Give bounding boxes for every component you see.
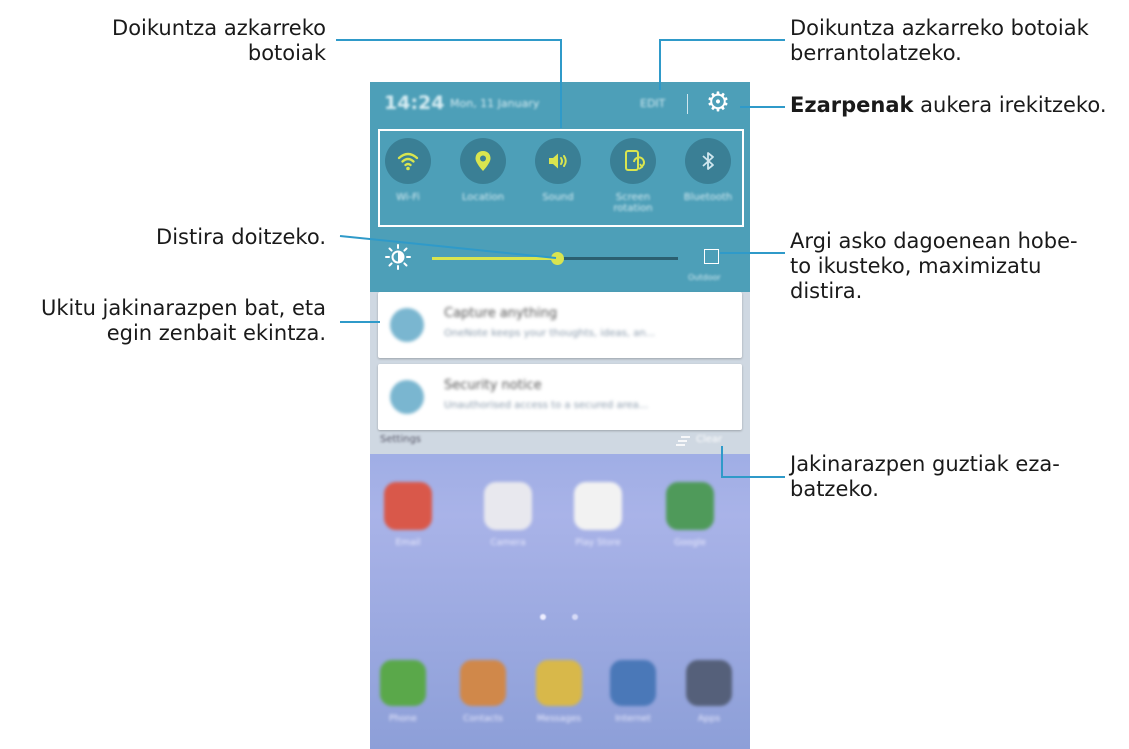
callout-clear-all: Jakinarazpen guztiak eza- batzeko. <box>790 452 1060 501</box>
bluetooth-toggle-button[interactable] <box>685 138 731 184</box>
clear-all-button[interactable]: Clear <box>696 434 722 445</box>
dock-app-label: Phone <box>389 714 417 724</box>
dock-app-icon[interactable] <box>686 660 732 706</box>
quick-setting-label: Wi-Fi <box>396 192 420 203</box>
home-app-label: Play Store <box>575 538 621 548</box>
home-app-label: Camera <box>490 538 526 548</box>
home-app-label: Google <box>674 538 706 548</box>
phone-screen: 14:24 Mon, 11 January EDIT ⚙ Wi-Fi Locati… <box>370 82 750 749</box>
notification-text: Unauthorised access to a secured area... <box>444 400 649 411</box>
quick-setting-label: Location <box>461 192 505 203</box>
home-app-icon[interactable] <box>384 482 432 530</box>
dock-app-icon[interactable] <box>610 660 656 706</box>
notification-footer: Settings Clear <box>370 430 750 454</box>
notification-card[interactable]: Capture anything OneNote keeps your thou… <box>378 292 742 358</box>
callout-settings: Ezarpenak aukera irekitzeko. <box>790 93 1125 118</box>
wifi-toggle-button[interactable] <box>385 138 431 184</box>
settings-gear-icon[interactable]: ⚙ <box>703 88 733 118</box>
dock-app-icon[interactable] <box>380 660 426 706</box>
notification-text: OneNote keeps your thoughts, ideas, an..… <box>444 328 656 339</box>
edit-button[interactable]: EDIT <box>640 97 665 110</box>
notification-title: Capture anything <box>444 306 558 321</box>
dock-app-label: Contacts <box>463 714 503 724</box>
status-separator <box>687 94 688 114</box>
outdoor-checkbox[interactable] <box>704 249 719 264</box>
callout-rearrange: Doikuntza azkarreko botoiak berrantolatz… <box>790 16 1089 65</box>
dock-app-icon[interactable] <box>460 660 506 706</box>
screen-rotation-toggle-button[interactable] <box>610 138 656 184</box>
bluetooth-icon <box>695 148 721 174</box>
home-app-icon[interactable] <box>484 482 532 530</box>
sound-toggle-button[interactable] <box>535 138 581 184</box>
notification-card[interactable]: Security notice Unauthorised access to a… <box>378 364 742 430</box>
status-date: Mon, 11 January <box>450 97 540 110</box>
callout-settings-text: aukera irekitzeko. <box>913 93 1107 117</box>
notification-settings-link[interactable]: Settings <box>380 434 421 445</box>
home-app-icon[interactable] <box>574 482 622 530</box>
dock-app-label: Internet <box>615 714 651 724</box>
screen-rotation-icon <box>620 148 646 174</box>
quick-setting-label: Screen rotation <box>613 192 653 214</box>
brightness-icon <box>385 244 411 270</box>
page-indicator-dot <box>540 614 546 620</box>
brightness-slider-thumb[interactable] <box>551 252 565 265</box>
status-time: 14:24 <box>384 92 445 114</box>
notification-app-icon <box>390 308 424 342</box>
callout-quick-buttons: Doikuntza azkarreko botoiak <box>112 16 326 65</box>
quick-setting-label: Bluetooth <box>683 192 733 203</box>
clear-all-icon <box>676 436 690 446</box>
callout-brightness: Distira doitzeko. <box>156 225 326 249</box>
dock-app-label: Messages <box>536 714 582 724</box>
status-bar: 14:24 Mon, 11 January EDIT ⚙ <box>370 82 750 126</box>
home-app-icon[interactable] <box>666 482 714 530</box>
wifi-icon <box>395 148 421 174</box>
dock-app-label: Apps <box>697 714 721 724</box>
notification-app-icon <box>390 380 424 414</box>
brightness-panel: Outdoor <box>370 230 750 292</box>
page-indicator-dot <box>572 614 578 620</box>
brightness-fill <box>432 257 558 260</box>
callout-outdoor: Argi asko dagoenean hobe- to ikusteko, m… <box>790 229 1078 303</box>
notification-title: Security notice <box>444 378 542 393</box>
callout-notification: Ukitu jakinarazpen bat, eta egin zenbait… <box>40 296 326 345</box>
location-toggle-button[interactable] <box>460 138 506 184</box>
quick-setting-label: Sound <box>542 192 574 203</box>
home-app-label: Email <box>395 538 421 548</box>
location-icon <box>470 148 496 174</box>
sound-icon <box>545 148 571 174</box>
quick-settings-panel: Wi-Fi Location Sound Screen rotation Bluetoo… <box>370 126 750 230</box>
outdoor-label: Outdoor <box>688 273 721 282</box>
callout-settings-bold: Ezarpenak <box>790 93 914 117</box>
dock-app-icon[interactable] <box>536 660 582 706</box>
